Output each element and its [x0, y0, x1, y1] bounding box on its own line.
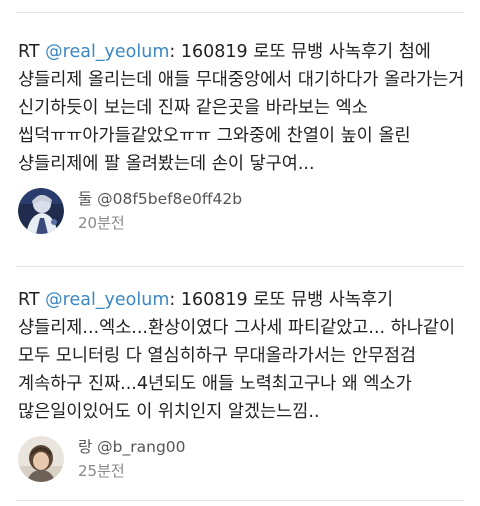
- retweet-prefix: RT: [18, 42, 46, 62]
- tweet-feed: RT @real_yeolum: 160819 로또 뮤뱅 사녹후기 첨에 샹들…: [0, 0, 480, 506]
- tweet-author[interactable]: 랑 @b_rang00 25분전: [18, 436, 186, 482]
- mention-link[interactable]: @real_yeolum: [45, 42, 169, 62]
- timestamp: 20분전: [78, 214, 125, 232]
- tweet-card[interactable]: RT @real_yeolum: 160819 로또 뮤뱅 사녹후기 첨에 샹들…: [18, 38, 466, 234]
- mention-link[interactable]: @real_yeolum: [45, 290, 169, 310]
- tweet-author[interactable]: 둘 @08f5bef8e0ff42b 20분전: [18, 188, 242, 234]
- timestamp: 25분전: [78, 462, 125, 480]
- author-name[interactable]: 랑 @b_rang00: [78, 436, 186, 458]
- avatar[interactable]: [18, 188, 64, 234]
- tweet-text: RT @real_yeolum: 160819 로또 뮤뱅 사녹후기 샹들리제.…: [18, 286, 466, 426]
- bottom-divider: [16, 500, 464, 501]
- author-name[interactable]: 둘 @08f5bef8e0ff42b: [78, 188, 242, 210]
- top-divider: [16, 12, 464, 13]
- avatar[interactable]: [18, 436, 64, 482]
- tweet-text: RT @real_yeolum: 160819 로또 뮤뱅 사녹후기 첨에 샹들…: [18, 38, 466, 178]
- tweet-card[interactable]: RT @real_yeolum: 160819 로또 뮤뱅 사녹후기 샹들리제.…: [18, 286, 466, 482]
- author-meta: 랑 @b_rang00 25분전: [78, 436, 186, 482]
- tweet-divider: [16, 266, 464, 267]
- author-meta: 둘 @08f5bef8e0ff42b 20분전: [78, 188, 242, 234]
- retweet-prefix: RT: [18, 290, 46, 310]
